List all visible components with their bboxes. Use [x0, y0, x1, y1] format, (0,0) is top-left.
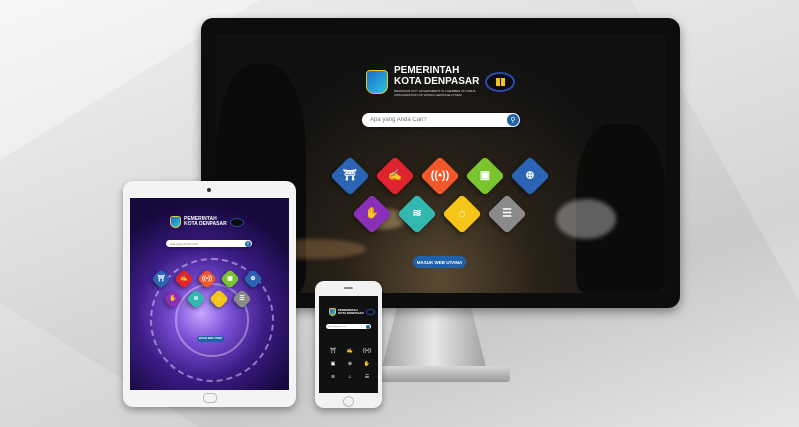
- cctv-icon: ▣: [330, 361, 336, 367]
- owhc-badge-icon: [229, 217, 244, 227]
- home-tile[interactable]: ⌂: [344, 372, 356, 382]
- home-tile[interactable]: ⌂: [442, 194, 482, 234]
- tablet-home-button[interactable]: [203, 393, 217, 403]
- denpasar-crest-icon: [366, 69, 388, 94]
- enter-main-site-button[interactable]: MASUK WEB UTAMA: [197, 336, 224, 342]
- search-button[interactable]: [366, 324, 370, 329]
- owhc-badge-icon: [485, 71, 516, 92]
- globe-tile[interactable]: ⊕: [344, 359, 356, 369]
- globe-tile[interactable]: ⊕: [510, 156, 550, 196]
- logo-subtitle-line2: (ORGANIZATION OF WORLD HERITAGE CITIES): [394, 93, 463, 97]
- monitor-stand: [381, 308, 487, 368]
- city-light: [556, 199, 616, 239]
- owhc-badge-icon: [365, 309, 375, 315]
- document-tile[interactable]: ☰: [361, 372, 373, 382]
- layers-icon: ≋: [330, 374, 336, 380]
- search-button[interactable]: ⚲: [507, 114, 519, 126]
- phone-search-bar: [326, 324, 371, 329]
- signature-icon: ✍: [388, 169, 402, 182]
- cctv-icon: ▣: [227, 276, 233, 282]
- document-icon: ☰: [239, 296, 245, 302]
- search-input[interactable]: [326, 324, 366, 329]
- home-icon: ⌂: [217, 296, 221, 302]
- search-input[interactable]: [362, 113, 507, 127]
- phone-site-logo[interactable]: PEMERINTAH KOTA DENPASAR: [329, 308, 375, 316]
- enter-main-site-button[interactable]: MASUK WEB UTAMA: [413, 256, 466, 268]
- globe-icon: ⊕: [347, 361, 353, 367]
- denpasar-crest-icon: [329, 308, 336, 316]
- logo-title-line2: KOTA DENPASAR: [338, 311, 364, 315]
- logo-title-line2: KOTA DENPASAR: [394, 76, 480, 87]
- layers-icon: ≋: [193, 296, 199, 302]
- home-icon: ⌂: [458, 207, 466, 220]
- handshake-icon: ✋: [169, 296, 177, 302]
- handshake-icon: ✋: [365, 207, 379, 220]
- globe-icon: ⊕: [250, 276, 256, 282]
- layers-tile[interactable]: ≋: [397, 194, 437, 234]
- cctv-tile[interactable]: ▣: [465, 156, 505, 196]
- handshake-tile[interactable]: ✋: [361, 359, 373, 369]
- monument-tile[interactable]: ⛩: [327, 346, 339, 356]
- home-icon: ⌂: [348, 374, 352, 380]
- tablet-search-bar: ⚲: [166, 240, 252, 247]
- cctv-tile[interactable]: ▣: [327, 359, 339, 369]
- broadcast-icon: ((•)): [430, 169, 450, 182]
- logo-title-line1: PEMERINTAH: [394, 65, 460, 76]
- monument-icon: ⛩: [329, 348, 337, 354]
- phone-speaker: [344, 287, 353, 289]
- document-icon: ☰: [502, 207, 512, 220]
- phone-home-button[interactable]: [343, 396, 354, 407]
- tablet-site-logo[interactable]: PEMERINTAH KOTA DENPASAR: [170, 216, 244, 228]
- search-button[interactable]: ⚲: [245, 240, 251, 247]
- broadcast-tile[interactable]: ((•)): [361, 346, 373, 356]
- tablet-device: PEMERINTAH KOTA DENPASAR ⚲ ⛩ ✍ ((•)) ▣ ⊕ ✋ ≋ ⌂ ☰…: [123, 181, 296, 407]
- tablet-camera: [207, 188, 211, 192]
- phone-screen: PEMERINTAH KOTA DENPASAR ⛩ ✍ ((•)) ▣ ⊕ ✋ ≋ ⌂ ☰: [319, 296, 378, 393]
- monument-tile[interactable]: ⛩: [330, 156, 370, 196]
- broadcast-icon: ((•)): [362, 348, 372, 354]
- handshake-icon: ✋: [363, 361, 371, 367]
- document-tile[interactable]: ☰: [487, 194, 527, 234]
- announcement-tile[interactable]: ✍: [375, 156, 415, 196]
- signature-icon: ✍: [346, 348, 354, 354]
- cctv-icon: ▣: [479, 169, 491, 182]
- tablet-screen: PEMERINTAH KOTA DENPASAR ⚲ ⛩ ✍ ((•)) ▣ ⊕ ✋ ≋ ⌂ ☰…: [130, 198, 289, 390]
- announcement-tile[interactable]: ✍: [344, 346, 356, 356]
- monument-icon: ⛩: [157, 276, 165, 282]
- signature-icon: ✍: [180, 276, 188, 282]
- monument-icon: ⛩: [343, 169, 357, 182]
- globe-icon: ⊕: [525, 169, 535, 182]
- denpasar-crest-icon: [170, 216, 181, 228]
- site-logo[interactable]: PEMERINTAH KOTA DENPASAR DENPASAR CITY G…: [366, 65, 516, 97]
- layers-tile[interactable]: ≋: [327, 372, 339, 382]
- broadcast-icon: ((•)): [201, 276, 213, 282]
- phone-device: PEMERINTAH KOTA DENPASAR ⛩ ✍ ((•)) ▣ ⊕ ✋ ≋ ⌂ ☰: [315, 281, 382, 408]
- monitor-stand-base: [360, 366, 510, 382]
- search-icon: ⚲: [510, 117, 516, 124]
- broadcast-tile[interactable]: ((•)): [420, 156, 460, 196]
- search-input[interactable]: [166, 240, 245, 247]
- layers-icon: ≋: [412, 207, 422, 220]
- search-bar: ⚲: [362, 113, 520, 127]
- document-icon: ☰: [364, 374, 370, 380]
- logo-title-line2: KOTA DENPASAR: [184, 221, 227, 227]
- search-icon: ⚲: [246, 241, 250, 246]
